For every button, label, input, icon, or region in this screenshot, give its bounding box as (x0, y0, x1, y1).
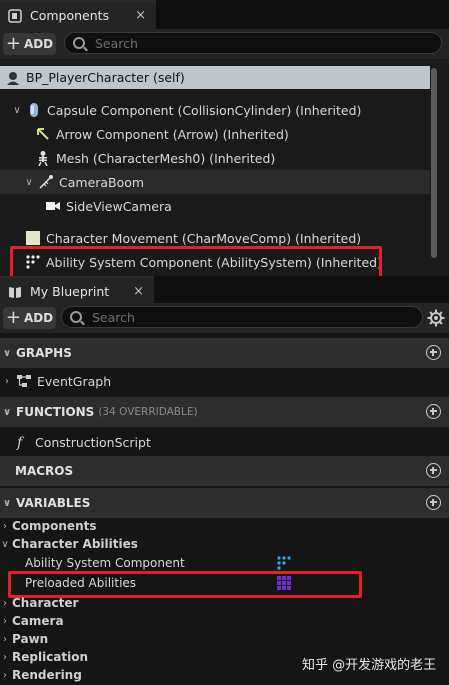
tree-item-sideviewcamera[interactable]: SideViewCamera (0, 194, 430, 218)
components-panel-icon (8, 8, 22, 23)
character-icon (5, 70, 21, 86)
close-icon[interactable]: × (133, 284, 144, 299)
add-component-button[interactable]: + ADD (3, 33, 56, 55)
section-variables[interactable]: ∨ VARIABLES (0, 488, 449, 518)
function-icon: f (14, 434, 30, 451)
variable-category[interactable]: ∨ Character Abilities (0, 535, 449, 553)
spring-arm-icon (38, 174, 54, 190)
tree-label: BP_PlayerCharacter (self) (26, 70, 185, 85)
tree-item-arrow[interactable]: Arrow Component (Arrow) (Inherited) (0, 122, 430, 146)
chevron-right-icon[interactable]: › (0, 616, 10, 627)
tree-label: Mesh (CharacterMesh0) (Inherited) (56, 150, 276, 166)
highlight-box (10, 246, 382, 279)
section-functions[interactable]: ∨ FUNCTIONS (34 OVERRIDABLE) (0, 397, 449, 427)
chevron-right-icon[interactable]: › (0, 521, 10, 532)
tree-item-capsule[interactable]: ∨ Capsule Component (CollisionCylinder) … (0, 98, 430, 122)
variable-category[interactable]: › Character (0, 594, 449, 612)
plus-icon: + (5, 307, 21, 328)
blueprint-search-input[interactable]: Search (61, 306, 423, 328)
capsule-icon (26, 102, 42, 118)
tree-item-self[interactable]: BP_PlayerCharacter (self) (0, 66, 430, 89)
blueprint-tab-bar: My Blueprint × (0, 276, 449, 305)
category-label: Replication (12, 650, 89, 664)
tab-my-blueprint[interactable]: My Blueprint × (0, 276, 154, 305)
variable-category[interactable]: › Camera (0, 612, 449, 630)
category-label: Components (12, 519, 97, 533)
gear-icon[interactable] (427, 309, 445, 330)
tree-label: SideViewCamera (66, 198, 172, 214)
tab-label: My Blueprint (30, 284, 110, 299)
tab-components[interactable]: Components × (0, 0, 156, 29)
section-title: GRAPHS (16, 346, 72, 360)
tree-label: Character Movement (CharMoveComp) (Inher… (46, 230, 362, 246)
svg-text:f: f (16, 435, 25, 450)
chevron-down-icon[interactable]: ∨ (0, 539, 10, 550)
section-title: MACROS (15, 464, 74, 478)
camera-icon (45, 198, 61, 214)
add-label: ADD (23, 311, 54, 325)
plus-icon: + (5, 33, 21, 54)
function-label: ConstructionScript (35, 434, 151, 450)
variable-label: Ability System Component (25, 556, 185, 570)
chevron-right-icon[interactable]: › (0, 652, 10, 663)
category-label: Character Abilities (12, 537, 138, 551)
search-placeholder: Search (92, 309, 135, 325)
add-label: ADD (23, 37, 54, 51)
add-macro-icon[interactable] (426, 463, 441, 478)
chevron-down-icon[interactable]: ∨ (2, 498, 12, 509)
add-function-icon[interactable] (426, 404, 441, 419)
section-title: FUNCTIONS (16, 405, 95, 419)
book-icon (8, 285, 22, 299)
components-scrollbar[interactable] (431, 68, 437, 258)
section-graphs[interactable]: ∨ GRAPHS (0, 338, 449, 368)
category-label: Rendering (12, 668, 82, 682)
variable-ability-system-component[interactable]: Ability System Component (0, 554, 449, 572)
close-icon[interactable]: × (135, 8, 146, 23)
skeleton-icon (35, 150, 51, 167)
event-graph-icon (16, 373, 32, 389)
chevron-down-icon[interactable]: ∨ (24, 177, 34, 188)
tab-label: Components (30, 8, 110, 23)
tree-item-cameraboom[interactable]: ∨ CameraBoom (0, 170, 430, 194)
tree-label: Arrow Component (Arrow) (Inherited) (56, 126, 289, 142)
chevron-down-icon[interactable]: ∨ (12, 105, 22, 116)
add-blueprint-item-button[interactable]: + ADD (3, 307, 56, 329)
components-search-input[interactable]: Search (64, 32, 442, 54)
section-subtitle: (34 OVERRIDABLE) (98, 406, 198, 418)
search-placeholder: Search (95, 35, 138, 51)
components-tab-bar: Components × (0, 0, 449, 29)
movement-icon (25, 230, 41, 246)
tree-item-mesh[interactable]: Mesh (CharacterMesh0) (Inherited) (0, 146, 430, 170)
chevron-right-icon[interactable]: › (0, 670, 10, 681)
category-label: Camera (12, 614, 64, 628)
search-icon (70, 311, 82, 323)
chevron-down-icon[interactable]: ∨ (2, 407, 12, 418)
category-label: Pawn (12, 632, 49, 646)
variable-category[interactable]: › Pawn (0, 630, 449, 648)
graph-item-eventgraph[interactable]: › EventGraph (0, 369, 449, 393)
tree-label: CameraBoom (59, 174, 145, 190)
blueprint-toolbar: + ADD Search (0, 303, 449, 333)
watermark: 知乎 @开发游戏的老王 (302, 658, 437, 673)
chevron-right-icon[interactable]: › (0, 634, 10, 645)
section-title: VARIABLES (16, 496, 91, 510)
function-item-constructionscript[interactable]: f ConstructionScript (0, 430, 449, 454)
arrow-icon (35, 126, 51, 142)
category-label: Character (12, 596, 79, 610)
chevron-right-icon[interactable]: › (0, 598, 10, 609)
graph-label: EventGraph (37, 373, 112, 389)
add-variable-icon[interactable] (426, 495, 441, 510)
search-icon (73, 37, 85, 49)
tree-label: Capsule Component (CollisionCylinder) (I… (47, 102, 362, 118)
chevron-right-icon[interactable]: › (2, 376, 12, 387)
section-macros[interactable]: MACROS (0, 456, 449, 486)
components-toolbar: + ADD Search (0, 29, 449, 59)
variable-category[interactable]: › Components (0, 517, 449, 535)
chevron-down-icon[interactable]: ∨ (2, 348, 12, 359)
add-graph-icon[interactable] (426, 345, 441, 360)
